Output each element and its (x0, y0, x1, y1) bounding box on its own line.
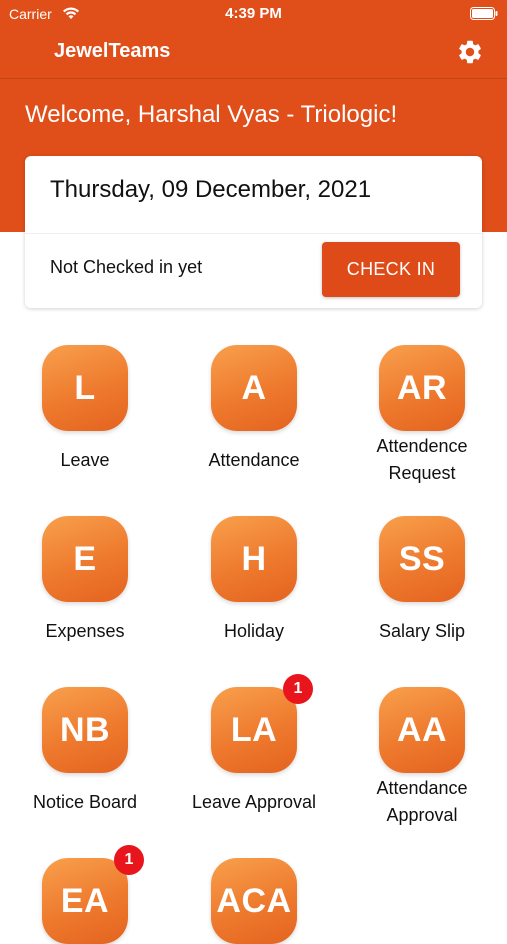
tile-label: Approval (386, 805, 458, 825)
tile-icon[interactable]: ACA (211, 858, 297, 944)
tile-icon[interactable]: AR (379, 345, 465, 431)
welcome-message: Welcome, Harshal Vyas - Triologic! (25, 101, 398, 128)
tile-label: Attendence (376, 436, 468, 456)
tile-label: Holiday (223, 621, 285, 641)
tile-label: Attendance (376, 778, 468, 798)
tile-label: Leave Approval (191, 792, 317, 812)
checkin-status: Not Checked in yet (50, 257, 203, 277)
tile-label: Request (388, 463, 456, 483)
current-date: Thursday, 09 December, 2021 (50, 176, 372, 203)
check-in-button[interactable]: CHECK IN (322, 242, 460, 297)
tile-label: Salary Slip (378, 621, 466, 641)
tile-icon[interactable]: LA (211, 687, 297, 773)
nav-bar: JewelTeams (0, 28, 507, 79)
tile-label: Expenses (45, 621, 125, 641)
notification-badge: 1 (283, 674, 313, 704)
tile-icon[interactable]: L (42, 345, 128, 431)
gear-icon[interactable] (456, 38, 484, 66)
tile-icon[interactable]: E (42, 516, 128, 602)
status-time: 4:39 PM (225, 5, 282, 22)
tile-label: Notice Board (32, 792, 138, 812)
status-bar: Carrier 4:39 PM (0, 0, 507, 28)
tile-icon[interactable]: NB (42, 687, 128, 773)
attendance-card: Thursday, 09 December, 2021 Not Checked … (25, 156, 482, 308)
tile-icon[interactable]: A (211, 345, 297, 431)
notification-badge: 1 (114, 845, 144, 875)
tile-label: Attendance (208, 450, 300, 470)
tile-icon[interactable]: EA (42, 858, 128, 944)
app-title: JewelTeams (54, 40, 171, 62)
tile-icon[interactable]: H (211, 516, 297, 602)
card-divider (25, 233, 482, 234)
tile-icon[interactable]: AA (379, 687, 465, 773)
tile-label: Leave (60, 450, 110, 470)
battery-icon (470, 7, 498, 20)
tile-icon[interactable]: SS (379, 516, 465, 602)
